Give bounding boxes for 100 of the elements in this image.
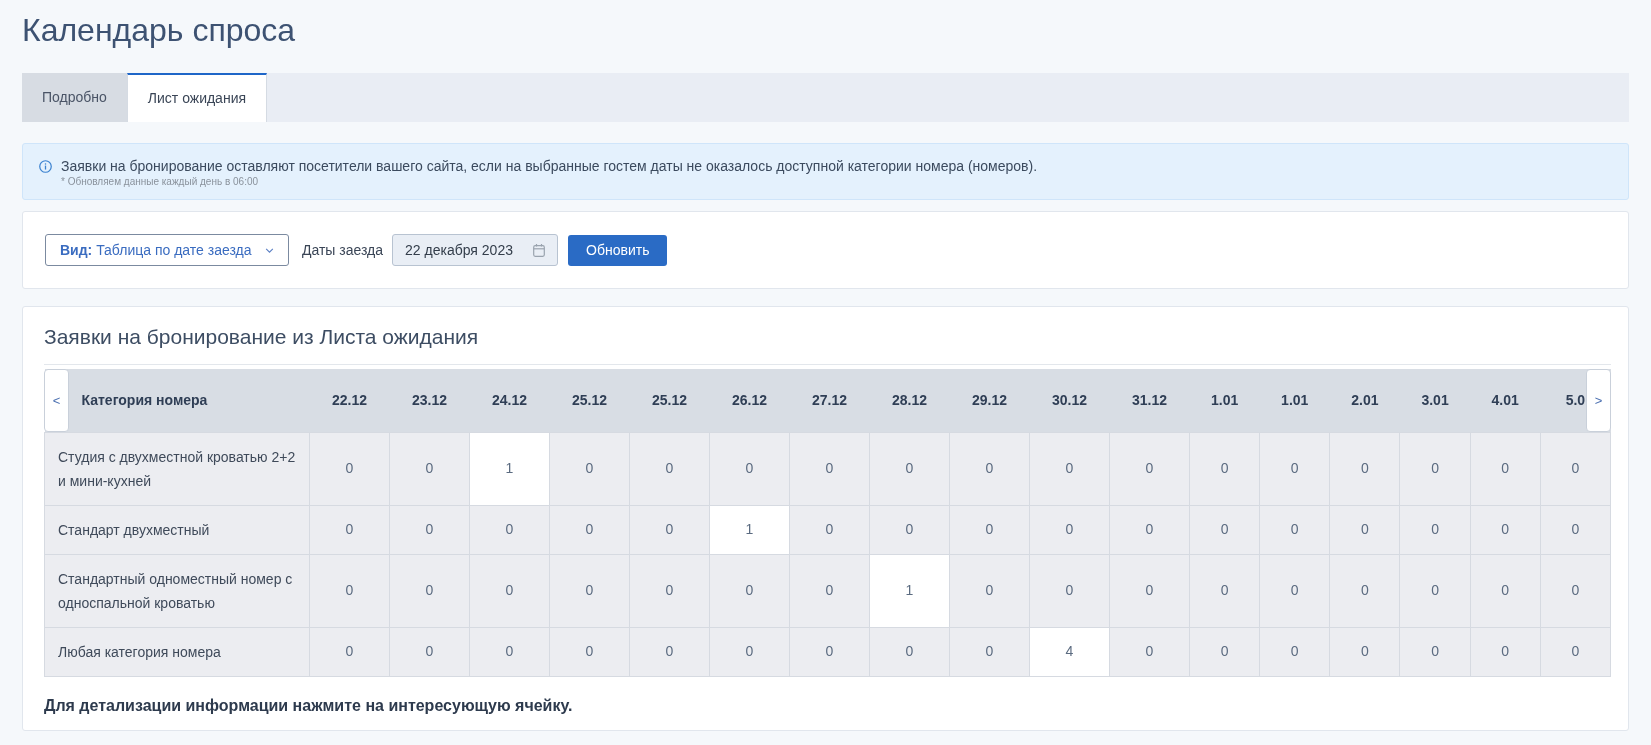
table-cell: Стандарт двухместный bbox=[44, 505, 310, 554]
column-header: 28.12 bbox=[869, 369, 950, 432]
table-cell[interactable]: 0 bbox=[309, 432, 390, 505]
column-header: 29.12 bbox=[949, 369, 1030, 432]
table-cell[interactable]: 0 bbox=[1540, 432, 1611, 505]
table-cell[interactable]: 0 bbox=[549, 432, 630, 505]
scroll-left-button[interactable]: < bbox=[44, 369, 69, 432]
table-cell: Любая категория номера bbox=[44, 627, 310, 676]
column-header: 22.12 bbox=[309, 369, 390, 432]
table-cell[interactable]: 4 bbox=[1029, 627, 1110, 676]
table-cell[interactable]: 0 bbox=[469, 627, 550, 676]
column-header: 24.12 bbox=[469, 369, 550, 432]
table-cell[interactable]: 0 bbox=[1109, 505, 1190, 554]
table-cell[interactable]: 0 bbox=[629, 505, 710, 554]
date-field[interactable]: 22 декабря 2023 bbox=[392, 234, 559, 266]
update-note: * Обновляем данные каждый день в 06:00 bbox=[61, 175, 260, 188]
table-cell[interactable]: 0 bbox=[1189, 627, 1260, 676]
table-cell[interactable]: 0 bbox=[1109, 627, 1190, 676]
table-cell[interactable]: 0 bbox=[1189, 505, 1260, 554]
table-cell[interactable]: 0 bbox=[1329, 627, 1400, 676]
table-cell[interactable]: 0 bbox=[1259, 554, 1330, 627]
column-header: 1.01 bbox=[1259, 369, 1330, 432]
tab[interactable]: Подробно bbox=[22, 73, 127, 122]
table-cell[interactable]: 0 bbox=[629, 432, 710, 505]
table-cell[interactable]: 0 bbox=[869, 432, 950, 505]
column-header: 4.01 bbox=[1470, 369, 1541, 432]
table-cell[interactable]: 0 bbox=[1399, 627, 1471, 676]
column-header: 27.12 bbox=[789, 369, 870, 432]
column-header: 31.12 bbox=[1109, 369, 1190, 432]
table-cell[interactable]: 0 bbox=[789, 505, 870, 554]
table-cell[interactable]: 0 bbox=[949, 627, 1030, 676]
table-cell[interactable]: 0 bbox=[1259, 627, 1330, 676]
table-cell[interactable]: 0 bbox=[949, 505, 1030, 554]
column-header: 25.12 bbox=[629, 369, 710, 432]
table-cell[interactable]: 0 bbox=[789, 432, 870, 505]
table-cell[interactable]: 0 bbox=[1259, 505, 1330, 554]
table-cell[interactable]: 0 bbox=[1329, 505, 1400, 554]
table-cell[interactable]: 0 bbox=[709, 627, 790, 676]
table-cell[interactable]: 0 bbox=[789, 627, 870, 676]
table-cell[interactable]: 0 bbox=[789, 554, 870, 627]
table-cell[interactable]: 0 bbox=[389, 554, 470, 627]
table-cell[interactable]: 0 bbox=[1540, 627, 1611, 676]
column-header: 25.12 bbox=[549, 369, 630, 432]
date-label: Даты заезда bbox=[302, 240, 384, 260]
table-cell[interactable]: 0 bbox=[1470, 627, 1541, 676]
table-cell[interactable]: 1 bbox=[709, 505, 790, 554]
table-cell[interactable]: 0 bbox=[389, 627, 470, 676]
column-header: 2.01 bbox=[1329, 369, 1400, 432]
table-cell[interactable]: 0 bbox=[1029, 432, 1110, 505]
table-cell[interactable]: 0 bbox=[1189, 432, 1260, 505]
table-cell[interactable]: 0 bbox=[1470, 554, 1541, 627]
table-cell[interactable]: 0 bbox=[469, 505, 550, 554]
column-header: 3.01 bbox=[1399, 369, 1471, 432]
tab[interactable]: Лист ожидания bbox=[126, 73, 268, 122]
table-cell[interactable]: 0 bbox=[549, 505, 630, 554]
table-cell[interactable]: 0 bbox=[1470, 505, 1541, 554]
calendar-icon bbox=[533, 243, 546, 257]
table-cell[interactable]: 0 bbox=[1259, 432, 1330, 505]
scroll-right-button[interactable]: > bbox=[1586, 369, 1611, 432]
hint-text: Для детализации информации нажмите на интересующую ячейку. bbox=[44, 695, 574, 716]
table-cell[interactable]: 0 bbox=[1540, 505, 1611, 554]
table-cell[interactable]: 0 bbox=[549, 627, 630, 676]
table-cell[interactable]: 0 bbox=[1329, 554, 1400, 627]
table-cell[interactable]: 1 bbox=[469, 432, 550, 505]
table-cell[interactable]: 0 bbox=[869, 505, 950, 554]
table-cell: Стандартный одноместный номер с односпальной кроватью bbox=[44, 554, 310, 627]
table-cell[interactable]: 0 bbox=[1109, 432, 1190, 505]
table-cell[interactable]: 0 bbox=[709, 432, 790, 505]
table-cell[interactable]: 0 bbox=[1399, 505, 1471, 554]
table-cell[interactable]: 0 bbox=[1029, 505, 1110, 554]
table-cell[interactable]: 0 bbox=[549, 554, 630, 627]
table-cell[interactable]: 0 bbox=[629, 554, 710, 627]
table-cell[interactable]: 0 bbox=[1540, 554, 1611, 627]
column-header: 23.12 bbox=[389, 369, 470, 432]
table-cell[interactable]: 0 bbox=[309, 627, 390, 676]
table-cell: Студия с двухместной кроватью 2+2 и мини-кухней bbox=[44, 432, 310, 505]
table-cell[interactable]: 0 bbox=[1399, 432, 1471, 505]
table-cell[interactable]: 0 bbox=[1329, 432, 1400, 505]
table-cell[interactable]: 0 bbox=[309, 554, 390, 627]
refresh-button[interactable]: Обновить bbox=[568, 234, 668, 266]
table-cell[interactable]: 0 bbox=[1189, 554, 1260, 627]
table-cell[interactable]: 0 bbox=[1029, 554, 1110, 627]
table-cell[interactable]: 0 bbox=[1399, 554, 1471, 627]
table-cell[interactable]: 0 bbox=[389, 432, 470, 505]
table-cell[interactable]: 0 bbox=[1109, 554, 1190, 627]
info-icon bbox=[39, 160, 52, 173]
page-title: Календарь спроса bbox=[22, 11, 297, 50]
table-cell[interactable]: 0 bbox=[389, 505, 470, 554]
table-cell[interactable]: 0 bbox=[869, 627, 950, 676]
table-cell[interactable]: 0 bbox=[309, 505, 390, 554]
table-cell[interactable]: 0 bbox=[469, 554, 550, 627]
table-cell[interactable]: 0 bbox=[949, 432, 1030, 505]
table-cell[interactable]: 0 bbox=[629, 627, 710, 676]
table-cell[interactable]: 0 bbox=[949, 554, 1030, 627]
table-cell[interactable]: 1 bbox=[869, 554, 950, 627]
table-cell[interactable]: 0 bbox=[1470, 432, 1541, 505]
view-dropdown[interactable]: Вид: Таблица по дате заезда bbox=[45, 234, 289, 266]
table-cell[interactable]: 0 bbox=[709, 554, 790, 627]
column-header: 30.12 bbox=[1029, 369, 1110, 432]
column-header: 26.12 bbox=[709, 369, 790, 432]
